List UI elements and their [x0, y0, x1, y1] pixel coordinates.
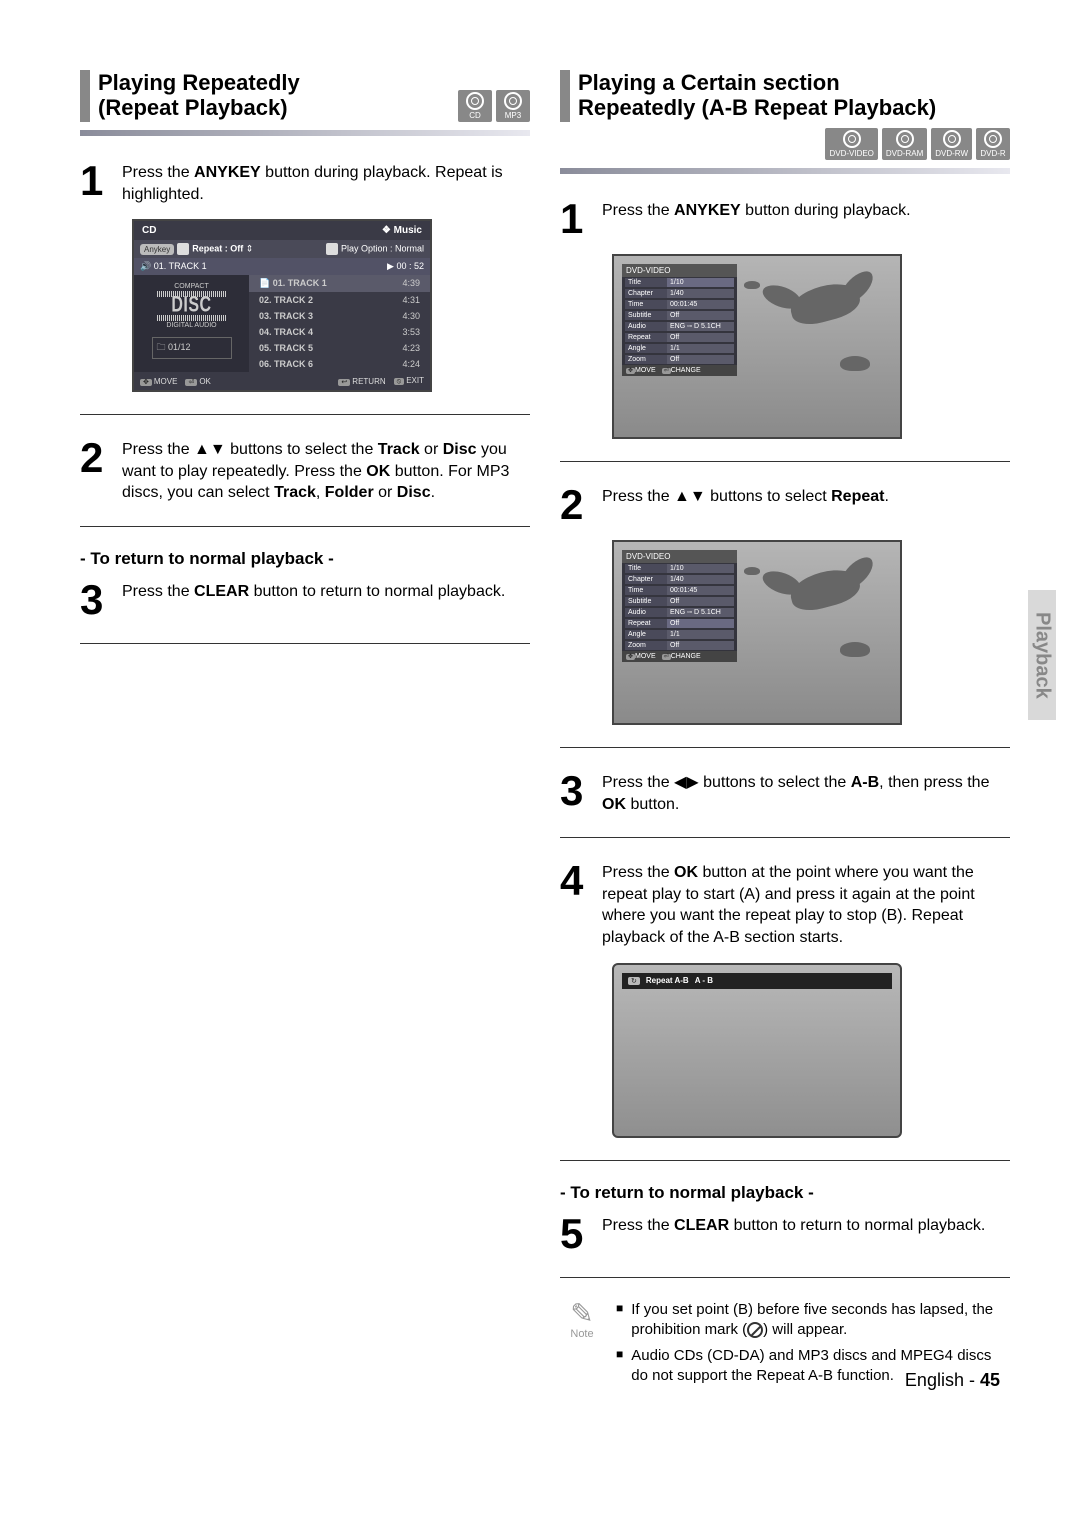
step-number: 4 — [560, 860, 590, 948]
divider — [560, 1277, 1010, 1278]
cd-badge: CD — [458, 90, 492, 122]
bird-graphic — [840, 642, 870, 657]
repeat-ab-value: A - B — [695, 976, 713, 985]
left-section-title: Playing Repeatedly (Repeat Playback) — [80, 70, 300, 122]
repeat-icon — [177, 243, 189, 255]
left-column: Playing Repeatedly (Repeat Playback) CD … — [80, 70, 530, 1393]
step-number: 1 — [560, 198, 590, 240]
repeat-icon-pill: ↻ — [628, 977, 640, 985]
track-row: 04. TRACK 43:53 — [249, 324, 430, 340]
prohibition-icon — [747, 1322, 763, 1338]
disc-icon — [984, 130, 1002, 148]
divider — [560, 1160, 1010, 1161]
divider — [80, 526, 530, 527]
bird-graphic — [787, 564, 864, 616]
cd-osd-screenshot: CD ❖ Music AnykeyRepeat : Off ⇕ Play Opt… — [132, 219, 432, 392]
left-step-3: 3 Press the CLEAR button to return to no… — [80, 579, 530, 621]
track-row: 05. TRACK 54:23 — [249, 340, 430, 356]
divider — [560, 747, 1010, 748]
now-time: ▶ 00 : 52 — [387, 261, 424, 272]
osd-title: CD — [142, 225, 156, 236]
panel-header: DVD-VIDEO — [622, 264, 737, 277]
disc-icon — [843, 130, 861, 148]
step-number: 2 — [560, 484, 590, 526]
track-row: 02. TRACK 24:31 — [249, 292, 430, 308]
section-bar-icon — [80, 70, 90, 122]
osd-category: ❖ Music — [382, 225, 422, 236]
dvd-osd-screenshot-2: DVD-VIDEO Title1/10 Chapter1/40 Time00:0… — [612, 540, 902, 725]
disc-icon — [504, 92, 522, 110]
track-list: 📄 01. TRACK 14:39 02. TRACK 24:31 03. TR… — [249, 275, 430, 372]
dvd-osd-screenshot-1: DVD-VIDEO Title1/10 Chapter1/40 Time00:0… — [612, 254, 902, 439]
panel-header: DVD-VIDEO — [622, 550, 737, 563]
divider — [560, 837, 1010, 838]
return-heading: - To return to normal playback - — [560, 1183, 1010, 1203]
bullet-icon: ■ — [616, 1346, 623, 1387]
anykey-pill: Anykey — [140, 244, 174, 255]
right-step-2: 2 Press the ▲▼ buttons to select Repeat. — [560, 484, 1010, 526]
now-playing: 🔊 01. TRACK 1 — [140, 261, 207, 272]
step-number: 3 — [560, 770, 590, 815]
right-step-5: 5 Press the CLEAR button to return to no… — [560, 1213, 1010, 1255]
heading-line2: (Repeat Playback) — [98, 95, 288, 120]
right-step-4: 4 Press the OK button at the point where… — [560, 860, 1010, 948]
left-step-2: 2 Press the ▲▼ buttons to select the Tra… — [80, 437, 530, 504]
playoption-icon — [326, 243, 338, 255]
divider — [80, 643, 530, 644]
heading-line1: Playing Repeatedly — [98, 70, 300, 95]
step-number: 1 — [80, 160, 110, 205]
left-step-1: 1 Press the ANYKEY button during playbac… — [80, 160, 530, 205]
note-item: ■ If you set point (B) before five secon… — [616, 1300, 1010, 1341]
right-column: Playing a Certain section Repeatedly (A-… — [560, 70, 1010, 1393]
track-row: 📄 01. TRACK 14:39 — [249, 275, 430, 292]
dvd-rw-badge: DVD-RW — [931, 128, 972, 160]
mp3-badge: MP3 — [496, 90, 530, 122]
disc-badges-right: DVD-VIDEO DVD-RAM DVD-RW DVD-R — [560, 128, 1010, 160]
step-number: 2 — [80, 437, 110, 504]
disc-badges-left: CD MP3 — [458, 90, 530, 122]
dvd-video-badge: DVD-VIDEO — [825, 128, 877, 160]
step-number: 3 — [80, 579, 110, 621]
right-section-title: Playing a Certain section Repeatedly (A-… — [560, 70, 1010, 122]
bird-graphic — [744, 281, 760, 289]
return-heading: - To return to normal playback - — [80, 549, 530, 569]
divider — [80, 414, 530, 415]
bird-graphic — [787, 278, 864, 330]
section-divider — [80, 130, 530, 136]
bullet-icon: ■ — [616, 1300, 623, 1341]
dvd-info-panel: DVD-VIDEO Title1/10 Chapter1/40 Time00:0… — [622, 264, 737, 376]
file-count-box: 🗀 01/12 — [152, 337, 232, 359]
disc-icon — [896, 130, 914, 148]
right-step-1: 1 Press the ANYKEY button during playbac… — [560, 198, 1010, 240]
track-row: 06. TRACK 64:24 — [249, 356, 430, 372]
repeat-ab-label: Repeat A-B — [646, 976, 689, 985]
step-number: 5 — [560, 1213, 590, 1255]
side-tab-playback: Playback — [1028, 590, 1056, 720]
heading-line2: Repeatedly (A-B Repeat Playback) — [578, 95, 936, 120]
bird-graphic — [840, 356, 870, 371]
disc-icon — [943, 130, 961, 148]
right-step-3: 3 Press the ◀▶ buttons to select the A-B… — [560, 770, 1010, 815]
divider — [560, 461, 1010, 462]
dvd-info-panel: DVD-VIDEO Title1/10 Chapter1/40 Time00:0… — [622, 550, 737, 662]
dvd-r-badge: DVD-R — [976, 128, 1010, 160]
page-footer: English - 45 — [905, 1370, 1000, 1391]
compact-disc-logo: COMPACT DISC DIGITAL AUDIO — [157, 283, 227, 329]
disc-icon — [466, 92, 484, 110]
section-bar-icon — [560, 70, 570, 122]
section-divider — [560, 168, 1010, 174]
note-icon: ✎ Note — [560, 1300, 604, 1340]
ab-repeat-osd-screenshot: ↻ Repeat A-B A - B — [612, 963, 902, 1138]
bird-graphic — [744, 567, 760, 575]
track-row: 03. TRACK 34:30 — [249, 308, 430, 324]
dvd-ram-badge: DVD-RAM — [882, 128, 927, 160]
heading-line1: Playing a Certain section — [578, 70, 840, 95]
